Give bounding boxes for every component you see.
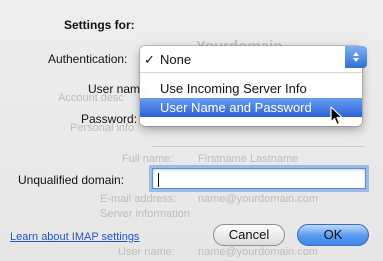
unqualified-domain-field[interactable] xyxy=(152,168,366,189)
chevron-up-icon xyxy=(353,52,359,56)
cancel-button[interactable]: Cancel xyxy=(213,224,285,246)
separator xyxy=(152,146,364,147)
menu-item-use-incoming-server-info[interactable]: Use Incoming Server Info xyxy=(140,79,362,98)
authentication-popup-menu[interactable]: ✓ None Use Incoming Server Info User Nam… xyxy=(140,46,362,126)
ghost-full-name-label: Full name: xyxy=(122,153,174,165)
password-label: Password: xyxy=(81,112,138,126)
ghost-email-value: name@yourdomain.com xyxy=(198,193,318,205)
ghost-server-user-label: User name: xyxy=(118,246,175,258)
mouse-pointer-icon xyxy=(330,106,343,126)
popup-arrows-button[interactable] xyxy=(345,46,367,68)
ghost-server-user-value: name@yourdomain.com xyxy=(198,246,318,258)
learn-about-imap-link[interactable]: Learn about IMAP settings xyxy=(10,231,139,243)
menu-item-label: Use Incoming Server Info xyxy=(160,81,307,96)
unqualified-domain-label: Unqualified domain: xyxy=(18,173,125,187)
ok-button[interactable]: OK xyxy=(297,224,369,246)
authentication-label: Authentication: xyxy=(48,52,128,66)
imap-settings-sheet: Yourdomain Account desc Personal info Fu… xyxy=(0,0,383,261)
menu-item-user-name-and-password[interactable]: User Name and Password xyxy=(140,98,362,117)
ghost-full-name-value: Firstname Lastname xyxy=(198,153,299,165)
ghost-server-info: Server information xyxy=(100,208,190,220)
chevron-down-icon xyxy=(353,58,359,62)
menu-item-label: None xyxy=(160,52,192,67)
menu-item-label: User Name and Password xyxy=(160,100,312,115)
menu-separator xyxy=(140,72,362,73)
ghost-email-label: E-mail address: xyxy=(100,193,177,205)
checkmark-icon: ✓ xyxy=(144,52,155,67)
text-caret xyxy=(158,173,159,187)
settings-title: Settings for: xyxy=(64,18,135,32)
menu-item-none[interactable]: ✓ None xyxy=(140,50,362,69)
